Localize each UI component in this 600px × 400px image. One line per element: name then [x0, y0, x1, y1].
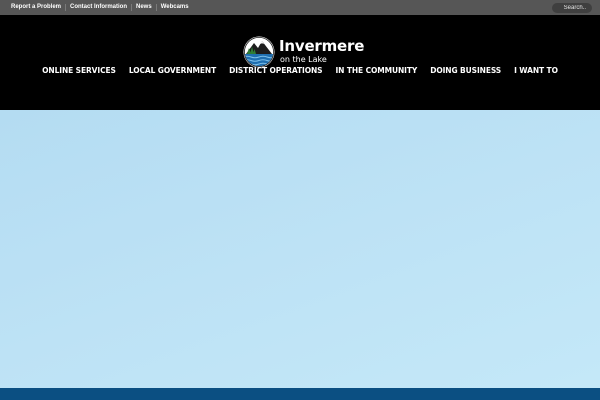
report-problem-link[interactable]: Report a Problem [7, 0, 65, 15]
nav-i-want-to[interactable]: I WANT TO [508, 66, 565, 75]
hero-banner [0, 110, 600, 388]
nav-doing-business[interactable]: DOING BUSINESS [424, 66, 508, 75]
nav-local-government[interactable]: LOCAL GOVERNMENT [122, 66, 222, 75]
contact-information-link[interactable]: Contact Information [66, 0, 131, 15]
nav-in-the-community[interactable]: IN THE COMMUNITY [329, 66, 424, 75]
nav-online-services[interactable]: ONLINE SERVICES [36, 66, 123, 75]
brand-tagline: on the Lake [280, 55, 327, 64]
webcams-link[interactable]: Webcams [157, 0, 193, 15]
brand-name: Invermere [279, 37, 365, 55]
page: Report a Problem Contact Information New… [0, 0, 600, 400]
news-link[interactable]: News [132, 0, 156, 15]
search-input[interactable] [552, 3, 592, 13]
utility-links: Report a Problem Contact Information New… [7, 0, 193, 15]
content-band [0, 388, 600, 400]
nav-district-operations[interactable]: DISTRICT OPERATIONS [223, 66, 329, 75]
site-header: Invermere on the Lake ONLINE SERVICES LO… [0, 15, 600, 110]
main-nav: ONLINE SERVICES LOCAL GOVERNMENT DISTRIC… [0, 64, 600, 76]
utility-bar: Report a Problem Contact Information New… [0, 0, 600, 15]
